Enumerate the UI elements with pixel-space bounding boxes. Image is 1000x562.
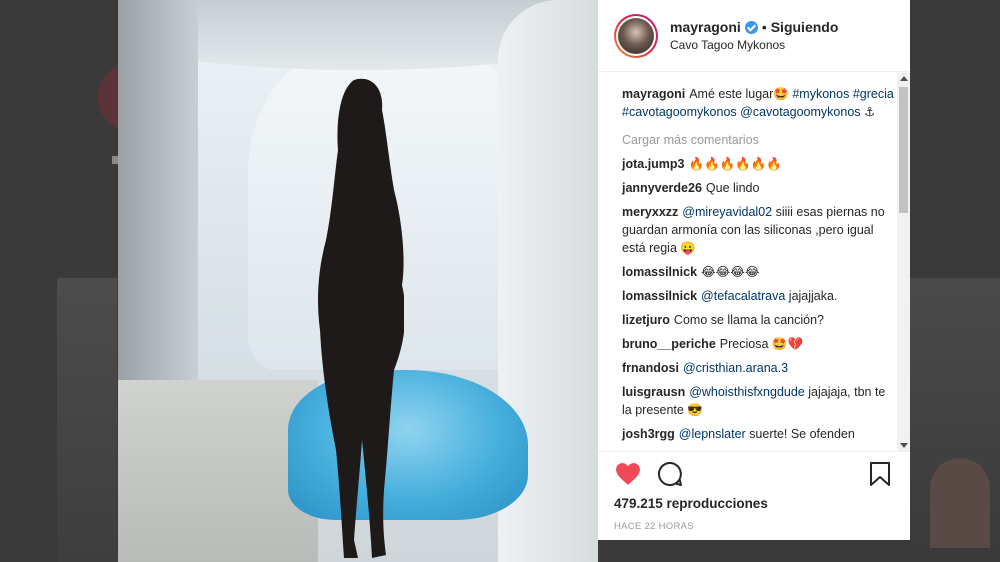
background-post-tile (910, 278, 1000, 562)
comment-username[interactable]: lomassilnick (622, 265, 697, 279)
comment-username[interactable]: jota.jump3 (622, 157, 685, 171)
scrollbar-thumb[interactable] (899, 87, 908, 213)
comment-text: Preciosa 🤩💔 (719, 337, 804, 351)
comment-username[interactable]: bruno__periche (622, 337, 716, 351)
comment-icon[interactable] (656, 460, 684, 488)
comment-item: josh3rgg @lepnslater suerte! Se ofenden (622, 425, 894, 443)
comment-item: meryxxzz @mireyavidal02 siiii esas pierna… (622, 203, 894, 257)
background-post-tile (57, 278, 117, 562)
user-avatar[interactable] (614, 13, 658, 58)
comment-item: lizetjuro Como se llama la canción? (622, 311, 894, 329)
comments-list[interactable]: mayragoni Amé este lugar🤩 #mykonos #greci… (598, 73, 910, 451)
comment-text: jajajjaka. (785, 289, 838, 303)
comment-text: Como se llama la canción? (673, 313, 824, 327)
comment-text: Que lindo (705, 181, 760, 195)
post-timestamp[interactable]: HACE 22 HORAS (614, 521, 894, 532)
view-count[interactable]: 479.215 reproducciones (614, 496, 894, 511)
mention-link[interactable]: @cavotagoomykonos (740, 105, 860, 119)
heart-icon[interactable] (614, 460, 642, 488)
comment-username[interactable]: meryxxzz (622, 205, 678, 219)
mention-link[interactable]: @lepnslater (679, 427, 746, 441)
mention-link[interactable]: @tefacalatrava (701, 289, 785, 303)
caption-username[interactable]: mayragoni (622, 87, 685, 101)
comment-item: lomassilnick @tefacalatrava jajajjaka. (622, 287, 894, 305)
load-more-comments-button[interactable]: Cargar más comentarios (622, 131, 894, 149)
caption-text: Amé este lugar (689, 87, 774, 101)
comment-text: suerte! Se ofenden (745, 427, 855, 441)
comment-username[interactable]: jannyverde26 (622, 181, 702, 195)
comment-username[interactable]: lomassilnick (622, 289, 697, 303)
comment-username[interactable]: josh3rgg (622, 427, 675, 441)
mention-link[interactable]: @cristhian.arana.3 (683, 361, 788, 375)
anchor-emoji: ⚓ (864, 104, 876, 119)
comment-item: bruno__periche Preciosa 🤩💔 (622, 335, 894, 353)
video-person-silhouette (318, 78, 404, 558)
verified-badge-icon (744, 20, 758, 34)
location-link[interactable]: Cavo Tagoo Mykonos (670, 38, 838, 52)
comment-username[interactable]: luisgrausn (622, 385, 685, 399)
caption: mayragoni Amé este lugar🤩 #mykonos #greci… (622, 85, 894, 121)
comments-scrollbar[interactable] (897, 73, 910, 451)
username-link[interactable]: mayragoni (670, 19, 741, 35)
comment-item: jannyverde26 Que lindo (622, 179, 894, 197)
caption-emoji: 🤩 (773, 86, 789, 101)
following-button[interactable]: Siguiendo (771, 19, 839, 35)
comment-text: 🔥🔥🔥🔥🔥🔥 (688, 156, 782, 171)
scroll-up-arrow-icon[interactable] (900, 76, 908, 81)
comment-item: luisgrausn @whoisthisfxngdude jajajaja, t… (622, 383, 894, 419)
hashtag-link[interactable]: #cavotagoomykonos (622, 105, 737, 119)
comment-item: jota.jump3 🔥🔥🔥🔥🔥🔥 (622, 155, 894, 173)
comment-username[interactable]: frnandosi (622, 361, 679, 375)
mention-link[interactable]: @whoisthisfxngdude (689, 385, 805, 399)
hashtag-link[interactable]: #grecia (853, 87, 894, 101)
post-video[interactable] (118, 0, 598, 562)
comment-username[interactable]: lizetjuro (622, 313, 670, 327)
comment-item: lomassilnick 😂😂😂😂 (622, 263, 894, 281)
hashtag-link[interactable]: #mykonos (792, 87, 849, 101)
post-actions: 479.215 reproducciones HACE 22 HORAS (598, 451, 910, 540)
separator-dot: • (761, 19, 767, 35)
post-header: mayragoni • Siguiendo Cavo Tagoo Mykonos (598, 0, 910, 72)
post-details-panel: mayragoni • Siguiendo Cavo Tagoo Mykonos… (598, 0, 910, 540)
comment-text: 😂😂😂😂 (701, 264, 760, 279)
bookmark-icon[interactable] (866, 460, 894, 488)
scroll-down-arrow-icon[interactable] (900, 443, 908, 448)
mention-link[interactable]: @mireyavidal02 (682, 205, 772, 219)
comment-item: frnandosi @cristhian.arana.3 (622, 359, 894, 377)
